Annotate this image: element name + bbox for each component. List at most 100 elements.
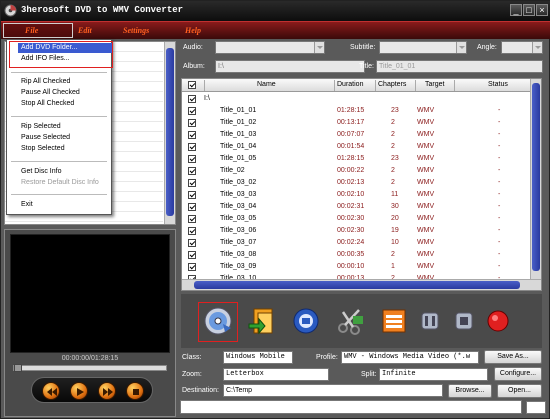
title-status: - xyxy=(498,227,501,234)
table-row[interactable]: Title_03_09 00:00:10 1 WMV - xyxy=(182,261,531,273)
table-row[interactable]: Title_03_02 00:02:13 2 WMV - xyxy=(182,177,531,189)
split-select[interactable]: Infinite xyxy=(379,368,488,381)
record-icon[interactable] xyxy=(481,304,515,338)
menu-edit[interactable]: Edit xyxy=(78,26,92,35)
row-checkbox[interactable] xyxy=(188,107,196,115)
stop-button[interactable] xyxy=(126,382,144,400)
row-checkbox[interactable] xyxy=(188,263,196,271)
browse-button[interactable]: Browse... xyxy=(448,384,492,398)
close-button[interactable]: × xyxy=(536,4,548,16)
add-file-icon[interactable] xyxy=(245,304,279,338)
column-chapters[interactable]: Chapters xyxy=(378,81,406,88)
row-checkbox[interactable] xyxy=(188,143,196,151)
column-status[interactable]: Status xyxy=(488,81,508,88)
table-row[interactable]: Title_01_02 00:13:17 2 WMV - xyxy=(182,117,531,129)
table-row[interactable]: Title_03_03 00:02:10 11 WMV - xyxy=(182,189,531,201)
row-checkbox[interactable] xyxy=(188,167,196,175)
rewind-button[interactable] xyxy=(42,382,60,400)
column-name[interactable]: Name xyxy=(257,81,276,88)
title-duration: 00:02:10 xyxy=(337,191,365,198)
select-all-checkbox[interactable] xyxy=(188,81,196,89)
settings-panel-icon[interactable] xyxy=(377,304,411,338)
seek-thumb[interactable] xyxy=(14,364,22,372)
minimize-button[interactable]: _ xyxy=(510,4,522,16)
table-row[interactable]: Title_01_04 00:01:54 2 WMV - xyxy=(182,141,531,153)
row-checkbox[interactable] xyxy=(188,155,196,163)
menu-pause-all-checked[interactable]: Pause All Checked xyxy=(21,89,80,96)
open-button[interactable]: Open... xyxy=(497,384,542,398)
row-checkbox[interactable] xyxy=(188,251,196,259)
menu-file[interactable]: File xyxy=(25,26,38,35)
list-horizontal-scrollbar[interactable] xyxy=(182,279,541,290)
table-row[interactable]: Title_01_05 01:28:15 23 WMV - xyxy=(182,153,531,165)
audio-select[interactable] xyxy=(215,41,325,54)
title-duration: 00:00:35 xyxy=(337,251,365,258)
row-checkbox[interactable] xyxy=(188,131,196,139)
row-checkbox[interactable] xyxy=(188,227,196,235)
row-checkbox[interactable] xyxy=(188,215,196,223)
title-target: WMV xyxy=(417,263,435,270)
profile-select[interactable]: WMV - Windows Media Video (*.w xyxy=(341,351,479,364)
root-checkbox[interactable] xyxy=(188,95,196,103)
menu-rip-selected[interactable]: Rip Selected xyxy=(21,123,61,130)
row-checkbox[interactable] xyxy=(188,119,196,127)
menu-add-ifo-files[interactable]: Add IFO Files... xyxy=(21,55,70,62)
tree-scroll-thumb[interactable] xyxy=(166,48,174,216)
album-field[interactable]: I:\ xyxy=(215,60,365,73)
menu-exit[interactable]: Exit xyxy=(21,201,33,208)
seek-bar[interactable] xyxy=(13,364,167,372)
maximize-button[interactable]: □ xyxy=(523,4,535,16)
resize-grip[interactable] xyxy=(526,401,546,414)
title-name: Title_03_03 xyxy=(220,191,257,198)
menu-pause-selected[interactable]: Pause Selected xyxy=(21,134,70,141)
title-status: - xyxy=(498,263,501,270)
table-row[interactable]: Title_03_08 00:00:35 2 WMV - xyxy=(182,249,531,261)
menu-stop-selected[interactable]: Stop Selected xyxy=(21,145,65,152)
configure-button[interactable]: Configure... xyxy=(494,367,542,381)
list-scroll-thumb[interactable] xyxy=(532,83,540,271)
menu-settings[interactable]: Settings xyxy=(123,26,149,35)
play-button[interactable] xyxy=(70,382,88,400)
title-target: WMV xyxy=(417,119,435,126)
class-select[interactable]: Windows Mobile xyxy=(223,351,293,364)
angle-select[interactable] xyxy=(501,41,543,54)
title-chapters: 1 xyxy=(391,263,395,270)
row-checkbox[interactable] xyxy=(188,179,196,187)
row-checkbox[interactable] xyxy=(188,239,196,247)
menu-separator xyxy=(11,194,107,195)
menu-help[interactable]: Help xyxy=(185,26,201,35)
table-row[interactable]: Title_03_06 00:02:30 19 WMV - xyxy=(182,225,531,237)
column-duration[interactable]: Duration xyxy=(337,81,363,88)
menu-separator xyxy=(11,116,107,117)
list-vertical-scrollbar[interactable] xyxy=(530,79,541,280)
column-target[interactable]: Target xyxy=(425,81,444,88)
subtitle-select[interactable] xyxy=(379,41,467,54)
title-field[interactable]: Title_01_01 xyxy=(376,60,543,73)
tree-root-row[interactable]: I:\ xyxy=(182,93,531,105)
stop-icon[interactable] xyxy=(447,304,481,338)
save-as-button[interactable]: Save As... xyxy=(484,350,542,364)
table-row[interactable]: Title_02 00:00:22 2 WMV - xyxy=(182,165,531,177)
table-row[interactable]: Title_01_03 00:07:07 2 WMV - xyxy=(182,129,531,141)
trim-icon[interactable] xyxy=(333,304,367,338)
menu-rip-all-checked[interactable]: Rip All Checked xyxy=(21,78,70,85)
tree-scrollbar[interactable] xyxy=(164,42,175,224)
snapshot-icon[interactable] xyxy=(289,304,323,338)
menu-add-dvd-folder[interactable]: Add DVD Folder... xyxy=(21,44,77,51)
convert-disc-icon[interactable] xyxy=(201,304,235,338)
title-duration: 00:07:07 xyxy=(337,131,365,138)
list-hscroll-thumb[interactable] xyxy=(194,281,520,289)
table-row[interactable]: Title_03_07 00:02:24 10 WMV - xyxy=(182,237,531,249)
destination-field[interactable]: C:\Temp xyxy=(223,384,443,397)
table-row[interactable]: Title_03_05 00:02:30 20 WMV - xyxy=(182,213,531,225)
row-checkbox[interactable] xyxy=(188,203,196,211)
row-checkbox[interactable] xyxy=(188,191,196,199)
forward-button[interactable] xyxy=(98,382,116,400)
menu-get-disc-info[interactable]: Get Disc Info xyxy=(21,168,61,175)
pause-icon[interactable] xyxy=(413,304,447,338)
table-row[interactable]: Title_03_04 00:02:31 30 WMV - xyxy=(182,201,531,213)
table-row[interactable]: Title_01_01 01:28:15 23 WMV - xyxy=(182,105,531,117)
preview-panel: 00:00:00/01:28:15 xyxy=(4,229,176,417)
menu-stop-all-checked[interactable]: Stop All Checked xyxy=(21,100,74,107)
zoom-select[interactable]: Letterbox xyxy=(223,368,329,381)
